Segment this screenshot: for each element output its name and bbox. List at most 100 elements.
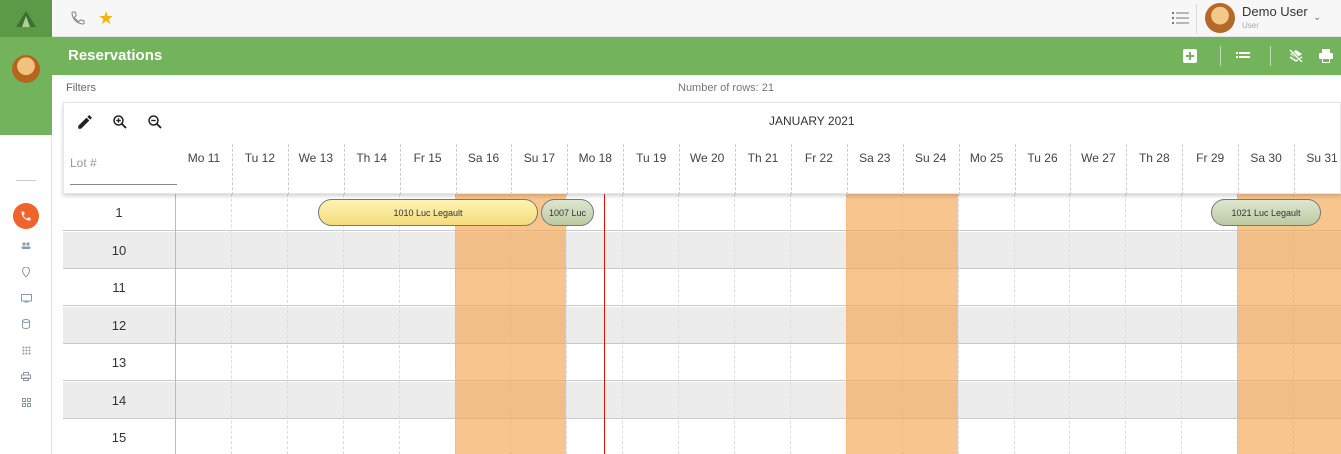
reservation-bar[interactable]: 1007 Luc — [541, 199, 594, 226]
day-gridline — [734, 194, 735, 454]
dashboard-icon[interactable] — [18, 394, 34, 410]
day-header: Th 28 — [1138, 151, 1170, 165]
phone-icon[interactable] — [70, 10, 86, 26]
day-header-divider — [679, 144, 681, 195]
row-count: Number of rows: 21 — [678, 82, 774, 94]
lot-number: 10 — [111, 242, 127, 258]
table-row[interactable]: 10 — [63, 231, 1341, 269]
filters-bar: Filters Number of rows: 21 — [52, 75, 1341, 102]
day-header: Su 31 — [1306, 151, 1338, 165]
day-header-divider — [231, 144, 233, 195]
day-header-divider — [790, 144, 792, 195]
table-row[interactable]: 11 — [63, 269, 1341, 306]
list-icon[interactable] — [1172, 10, 1190, 26]
logo[interactable] — [0, 0, 52, 37]
users-icon[interactable] — [18, 238, 34, 254]
apps-grid-icon[interactable] — [18, 342, 34, 358]
page-title: Reservations — [68, 47, 163, 64]
header-divider — [1220, 46, 1221, 66]
rail-avatar[interactable] — [12, 55, 40, 83]
day-header: We 13 — [298, 151, 334, 165]
table-row[interactable]: 15 — [63, 419, 1341, 454]
print-icon[interactable] — [1318, 48, 1334, 64]
lot-input-underline — [70, 184, 177, 185]
day-gridline — [286, 194, 288, 454]
day-header-divider — [511, 144, 513, 195]
database-icon[interactable] — [18, 316, 34, 332]
day-gridline — [1069, 194, 1071, 454]
day-header-divider — [399, 144, 401, 195]
weekend-column — [901, 194, 958, 454]
day-header-divider — [567, 144, 569, 195]
user-name[interactable]: Demo User — [1242, 4, 1308, 19]
day-header: Fr 15 — [413, 151, 442, 165]
rail-phone-button[interactable] — [13, 203, 39, 229]
day-header-divider — [1126, 144, 1128, 195]
table-row[interactable]: 1 — [63, 194, 1341, 231]
day-gridline — [398, 194, 400, 454]
reservation-bar[interactable]: 1010 Luc Legault — [318, 199, 538, 226]
reservation-bar[interactable]: 1021 Luc Legault — [1211, 199, 1321, 226]
lot-number: 13 — [111, 355, 127, 370]
day-header-divider — [735, 144, 736, 195]
lot-column-divider — [175, 194, 176, 454]
table-row[interactable]: 14 — [63, 381, 1341, 419]
day-header: Mo 11 — [187, 151, 221, 165]
header-divider — [1270, 46, 1271, 66]
weekend-column — [845, 194, 902, 454]
day-header: Tu 12 — [244, 151, 276, 165]
day-header-divider — [958, 144, 960, 195]
day-header-divider — [902, 144, 904, 195]
user-role: User — [1242, 21, 1259, 30]
zoom-out-icon[interactable] — [146, 113, 164, 131]
day-gridline — [1125, 194, 1127, 454]
page-header: Reservations — [52, 37, 1341, 75]
day-gridline — [622, 194, 624, 454]
day-header: We 20 — [689, 151, 725, 165]
day-gridline — [957, 194, 959, 454]
day-header-divider — [1294, 144, 1295, 195]
printer-icon[interactable] — [18, 368, 34, 384]
day-header: Mo 25 — [969, 151, 1004, 165]
day-gridline — [1181, 194, 1183, 454]
day-gridline — [678, 194, 680, 454]
zoom-in-icon[interactable] — [111, 113, 129, 131]
day-header: Fr 22 — [804, 151, 833, 165]
edit-pencil-icon[interactable] — [76, 113, 94, 131]
weekend-column — [1293, 194, 1341, 454]
day-header: Th 14 — [356, 151, 388, 165]
day-gridline — [230, 194, 232, 454]
phone-icon — [21, 211, 31, 221]
lot-filter-input[interactable]: Lot # — [70, 156, 97, 170]
location-pin-icon[interactable] — [18, 264, 34, 280]
add-box-icon[interactable] — [1182, 48, 1198, 64]
day-header: We 27 — [1081, 151, 1116, 165]
app: ★ Demo User User ⌄ Reservations Filters … — [0, 0, 1341, 454]
lot-number: 1 — [115, 205, 123, 220]
lot-number: 12 — [111, 317, 127, 333]
day-header-divider — [1182, 144, 1184, 195]
table-row[interactable]: 13 — [63, 344, 1341, 381]
table-row[interactable]: 12 — [63, 306, 1341, 344]
monitor-icon[interactable] — [18, 290, 34, 306]
list-view-icon[interactable] — [1235, 48, 1251, 64]
month-label: JANUARY 2021 — [769, 114, 855, 128]
day-gridline — [342, 194, 344, 454]
day-header-divider — [455, 144, 457, 195]
day-header: Tu 26 — [1027, 151, 1058, 165]
day-header-divider — [343, 144, 345, 195]
chevron-down-icon[interactable]: ⌄ — [1313, 12, 1321, 23]
topbar-divider — [1196, 4, 1197, 34]
day-header-divider — [1070, 144, 1072, 195]
day-header-divider — [1014, 144, 1016, 195]
day-header: Th 21 — [747, 151, 779, 165]
day-header: Sa 16 — [467, 151, 500, 165]
filters-toggle[interactable]: Filters — [66, 82, 96, 94]
day-gridline — [566, 194, 568, 454]
star-icon[interactable]: ★ — [98, 8, 114, 28]
rail-green-block — [0, 37, 52, 135]
day-header-divider — [623, 144, 625, 195]
layers-off-icon[interactable] — [1288, 48, 1304, 64]
user-avatar[interactable] — [1205, 3, 1235, 33]
lot-number: 11 — [112, 280, 126, 295]
